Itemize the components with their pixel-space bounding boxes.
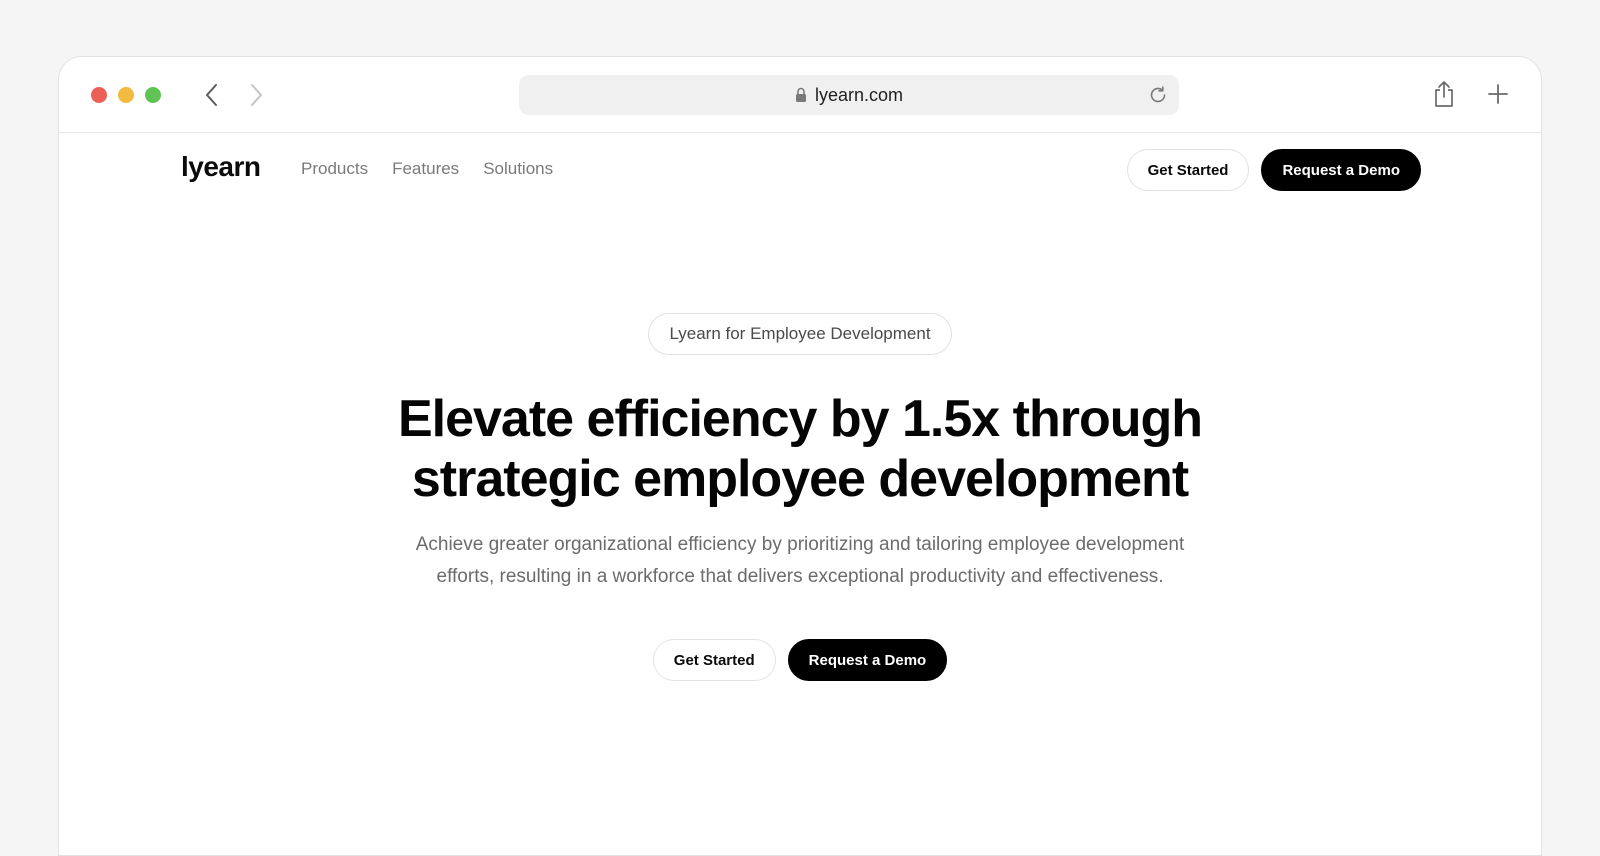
new-tab-button[interactable] [1485,79,1511,109]
site-header: lyearn Products Features Solutions Get S… [59,133,1541,207]
reload-icon[interactable] [1147,84,1169,106]
minimize-window-button[interactable] [118,87,134,103]
header-get-started-button[interactable]: Get Started [1126,149,1250,191]
hero-ctas: Get Started Request a Demo [59,639,1541,681]
back-button[interactable] [199,79,223,111]
nav-solutions[interactable]: Solutions [483,159,553,179]
url-text: lyearn.com [814,84,904,105]
header-ctas: Get Started Request a Demo [1126,149,1421,191]
toolbar-actions [1431,79,1511,109]
history-navigation [199,79,269,111]
header-request-demo-button[interactable]: Request a Demo [1261,149,1421,191]
hero-subtitle: Achieve greater organizational efficienc… [385,529,1215,593]
hero-get-started-button[interactable]: Get Started [652,639,776,681]
headline-line-1: Elevate efficiency by 1.5x through [397,390,1203,448]
browser-window: lyearn.com lyearn Products Features Solu… [58,56,1542,856]
hero-request-demo-button[interactable]: Request a Demo [787,639,948,681]
chevron-right-icon [251,84,262,106]
main-menu: Products Features Solutions [301,159,553,179]
chevron-left-icon [206,84,217,106]
forward-button[interactable] [245,79,269,111]
share-button[interactable] [1431,79,1457,109]
lyearn-logo[interactable]: lyearn [181,151,261,183]
plus-icon [1488,84,1508,104]
nav-features[interactable]: Features [392,159,459,179]
share-icon [1435,81,1453,107]
close-window-button[interactable] [91,87,107,103]
headline-line-2: strategic employee development [411,450,1189,508]
lock-icon [795,87,806,102]
address-bar[interactable]: lyearn.com [519,75,1179,115]
window-controls [91,87,161,103]
subtitle-line-2: efforts, resulting in a workforce that d… [436,566,1164,587]
nav-products[interactable]: Products [301,159,368,179]
subtitle-line-1: Achieve greater organizational efficienc… [415,534,1185,555]
maximize-window-button[interactable] [145,87,161,103]
hero-headline: Elevate efficiency by 1.5x through strat… [350,389,1250,509]
hero-section: Lyearn for Employee Development Elevate … [59,207,1541,681]
hero-eyebrow-badge: Lyearn for Employee Development [648,313,952,355]
browser-toolbar: lyearn.com [59,57,1541,133]
